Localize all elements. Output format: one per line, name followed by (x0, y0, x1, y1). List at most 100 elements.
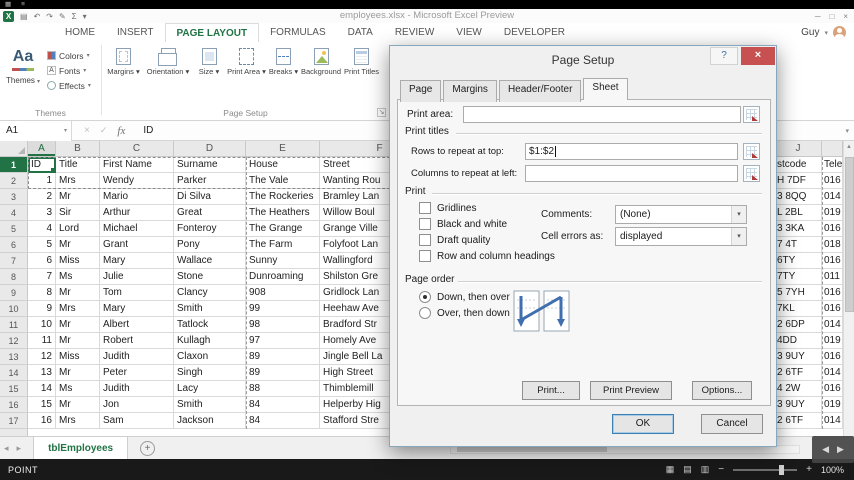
column-header-a[interactable]: A (28, 141, 56, 157)
cell-d17[interactable]: Jackson (174, 413, 246, 429)
row-header-4[interactable]: 4 (0, 205, 28, 221)
cell-c6[interactable]: Grant (100, 237, 174, 253)
cell-errors-dropdown[interactable]: displayed ▾ (615, 227, 747, 246)
themes-item-fonts[interactable]: Fonts▾ (45, 63, 100, 78)
column-header-b[interactable]: B (56, 141, 100, 157)
cell-e9[interactable]: 908 (246, 285, 320, 301)
dialog-close-button[interactable]: × (741, 47, 775, 65)
row-header-15[interactable]: 15 (0, 381, 28, 397)
cell-d3[interactable]: Di Silva (174, 189, 246, 205)
cols-repeat-input[interactable] (525, 165, 738, 182)
print-button[interactable]: Print... (522, 381, 580, 400)
formula-bar-expand-icon[interactable]: ▾ (845, 127, 854, 135)
enter-entry-icon[interactable]: ✓ (100, 125, 108, 136)
row-header-14[interactable]: 14 (0, 365, 28, 381)
cell-d1[interactable]: Surname (174, 157, 246, 173)
themes-item-colors[interactable]: Colors ▾ (45, 48, 100, 63)
dialog-tab-header-footer[interactable]: Header/Footer (498, 80, 582, 102)
cell-e7[interactable]: Sunny (246, 253, 320, 269)
right-cell-r8-c2[interactable]: 011 (822, 269, 843, 285)
cell-b3[interactable]: Mr (56, 189, 100, 205)
row-header-17[interactable]: 17 (0, 413, 28, 429)
maximize-button[interactable]: □ (829, 12, 834, 21)
right-cell-r17-c1[interactable]: 2 6TF (775, 413, 822, 429)
name-box[interactable]: A1 ▾ (0, 120, 72, 141)
right-cell-r12-c1[interactable]: 4DD (775, 333, 822, 349)
right-cell-r16-c1[interactable]: 3 9UY (775, 397, 822, 413)
cell-e16[interactable]: 84 (246, 397, 320, 413)
cell-e3[interactable]: The Rockeries (246, 189, 320, 205)
cell-b6[interactable]: Mr (56, 237, 100, 253)
cell-a3[interactable]: 2 (28, 189, 56, 205)
right-cell-r6-c1[interactable]: 7 4T (775, 237, 822, 253)
right-cell-r6-c2[interactable]: 018 (822, 237, 843, 253)
cell-b13[interactable]: Miss (56, 349, 100, 365)
cell-d15[interactable]: Lacy (174, 381, 246, 397)
right-cell-r3-c2[interactable]: 014 (822, 189, 843, 205)
cell-a2[interactable]: 1 (28, 173, 56, 189)
cell-d5[interactable]: Fonteroy (174, 221, 246, 237)
ribbon-button-print-area[interactable]: Print Area ▾ (227, 46, 266, 106)
cell-b17[interactable]: Mrs (56, 413, 100, 429)
dialog-help-button[interactable]: ? (710, 47, 738, 65)
cell-c12[interactable]: Robert (100, 333, 174, 349)
cell-b2[interactable]: Mrs (56, 173, 100, 189)
cell-b16[interactable]: Mr (56, 397, 100, 413)
cell-c4[interactable]: Arthur (100, 205, 174, 221)
radio-down-then-over[interactable]: Down, then over (419, 289, 510, 305)
right-cell-r8-c1[interactable]: 7TY (775, 269, 822, 285)
video-next-icon[interactable]: ▶ (837, 444, 844, 455)
horizontal-scrollbar-thumb[interactable] (457, 447, 607, 452)
chevron-down-icon[interactable]: ▾ (731, 206, 746, 223)
right-cell-r13-c1[interactable]: 3 9UY (775, 349, 822, 365)
page-break-view-icon[interactable]: ▥ (701, 464, 710, 475)
cell-d7[interactable]: Wallace (174, 253, 246, 269)
right-cell-r14-c1[interactable]: 2 6TF (775, 365, 822, 381)
cell-c10[interactable]: Mary (100, 301, 174, 317)
checkbox-draft-quality[interactable]: Draft quality (419, 232, 555, 248)
row-header-3[interactable]: 3 (0, 189, 28, 205)
video-prev-icon[interactable]: ◀ (822, 444, 829, 455)
scroll-up-icon[interactable]: ▲ (844, 141, 854, 154)
cell-e5[interactable]: The Grange (246, 221, 320, 237)
cell-b9[interactable]: Mr (56, 285, 100, 301)
right-cell-r11-c2[interactable]: 014 (822, 317, 843, 333)
rows-repeat-range-selector-icon[interactable] (743, 143, 760, 160)
right-cell-r1-c2[interactable]: Tele (822, 157, 843, 173)
row-header-12[interactable]: 12 (0, 333, 28, 349)
checkbox-gridlines[interactable]: Gridlines (419, 200, 555, 216)
ribbon-tab-developer[interactable]: DEVELOPER (493, 23, 576, 42)
cell-a11[interactable]: 10 (28, 317, 56, 333)
row-header-16[interactable]: 16 (0, 397, 28, 413)
cell-d13[interactable]: Claxon (174, 349, 246, 365)
select-all-corner[interactable] (0, 141, 28, 157)
cell-e1[interactable]: House (246, 157, 320, 173)
right-cell-r10-c1[interactable]: 7KL (775, 301, 822, 317)
right-cell-r10-c2[interactable]: 016 (822, 301, 843, 317)
cell-a6[interactable]: 5 (28, 237, 56, 253)
cell-e11[interactable]: 98 (246, 317, 320, 333)
cell-a10[interactable]: 9 (28, 301, 56, 317)
cell-b7[interactable]: Miss (56, 253, 100, 269)
cell-b4[interactable]: Sir (56, 205, 100, 221)
cell-c17[interactable]: Sam (100, 413, 174, 429)
column-header-d[interactable]: D (174, 141, 246, 157)
column-header-k[interactable] (822, 141, 843, 157)
ribbon-button-size[interactable]: Size ▾ (191, 46, 227, 106)
cell-a9[interactable]: 8 (28, 285, 56, 301)
print-preview-button[interactable]: Print Preview (590, 381, 672, 400)
cell-d2[interactable]: Parker (174, 173, 246, 189)
player-menu-icon[interactable]: ≡ (21, 0, 25, 9)
cancel-button[interactable]: Cancel (701, 414, 763, 434)
row-header-7[interactable]: 7 (0, 253, 28, 269)
cell-a17[interactable]: 16 (28, 413, 56, 429)
ok-button[interactable]: OK (612, 414, 674, 434)
cell-b8[interactable]: Ms (56, 269, 100, 285)
ribbon-tab-data[interactable]: DATA (337, 23, 384, 42)
vertical-scrollbar[interactable]: ▲ (843, 141, 854, 436)
cell-d16[interactable]: Smith (174, 397, 246, 413)
rows-repeat-input[interactable]: $1:$2 (525, 143, 738, 160)
cell-d9[interactable]: Clancy (174, 285, 246, 301)
radio-over-then-down[interactable]: Over, then down (419, 305, 510, 321)
right-cell-r9-c2[interactable]: 016 (822, 285, 843, 301)
